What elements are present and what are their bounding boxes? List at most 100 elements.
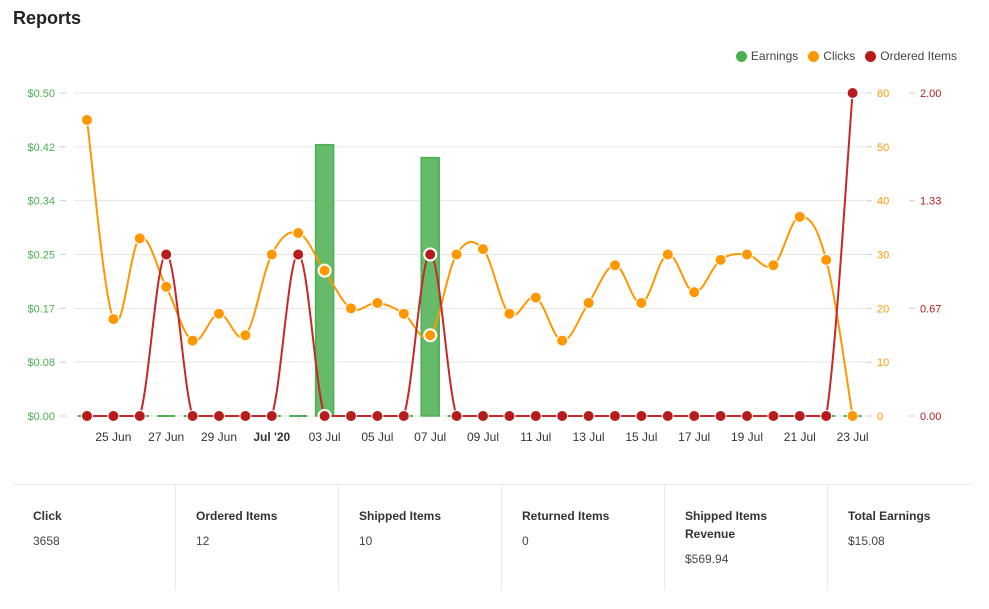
- stat-ordered-items: Ordered Items 12: [176, 485, 339, 590]
- clicks-point: [160, 280, 173, 293]
- y-left-tick-label: $0.08: [27, 357, 55, 369]
- ordered-items-point: [609, 410, 621, 422]
- ordered-items-point: [371, 410, 384, 422]
- clicks-point: [397, 307, 410, 320]
- stat-value: 10: [359, 534, 373, 548]
- clicks-point: [477, 243, 489, 256]
- clicks-point: [793, 210, 806, 223]
- y-left-tick-label: $0.34: [27, 196, 55, 208]
- y-right-ordered-tick-label: 2.00: [920, 88, 941, 100]
- x-tick-label: 07 Jul: [414, 430, 446, 444]
- ordered-items-point: [239, 410, 252, 422]
- y-right-ordered-tick-label: 0.00: [920, 411, 941, 423]
- x-tick-label: 15 Jul: [625, 430, 657, 444]
- stat-label: Shipped Items Revenue: [685, 509, 768, 541]
- ordered-items-point: [477, 410, 489, 422]
- clicks-point: [714, 253, 727, 266]
- y-left-tick-label: $0.00: [27, 411, 55, 423]
- ordered-items-point: [107, 410, 120, 422]
- clicks-point: [820, 253, 833, 266]
- reports-chart: $0.00 $0.08 $0.17 $0.25 $0.34 $0.42 $0.50 0 10 20…: [27, 87, 941, 444]
- ordered-items-point: [767, 410, 780, 422]
- y-right-clicks-tick-label: 0: [877, 411, 883, 423]
- clicks-point: [767, 259, 780, 272]
- stat-shipped-items: Shipped Items 10: [339, 485, 502, 590]
- ordered-items-point: [423, 247, 438, 262]
- stat-value: 12: [196, 534, 210, 548]
- y-right-clicks-tick-label: 20: [877, 303, 889, 315]
- x-tick-label: 17 Jul: [678, 430, 710, 444]
- stat-total-earnings: Total Earnings $15.08: [828, 485, 989, 590]
- stat-value: 3658: [33, 534, 60, 548]
- clicks-point: [292, 226, 305, 239]
- x-tick-label: 09 Jul: [467, 430, 499, 444]
- ordered-items-point: [345, 410, 357, 422]
- ordered-items-point: [213, 410, 225, 422]
- ordered-items-point: [160, 248, 173, 261]
- clicks-point: [186, 334, 199, 347]
- y-left-tick-label: $0.25: [27, 250, 55, 262]
- clicks-line: [86, 119, 854, 417]
- clicks-point: [81, 113, 93, 126]
- y-right-clicks-tick-label: 40: [877, 196, 889, 208]
- y-right-clicks-tick-label: 50: [877, 142, 889, 154]
- ordered-items-point: [503, 410, 516, 422]
- ordered-items-point: [846, 87, 859, 99]
- clicks-point: [661, 248, 674, 261]
- ordered-items-point: [556, 410, 569, 422]
- x-tick-label: 05 Jul: [361, 430, 393, 444]
- clicks-point: [345, 302, 357, 315]
- x-tick-label: 23 Jul: [837, 430, 869, 444]
- ordered-items-point: [793, 410, 806, 422]
- ordered-items-point: [714, 410, 727, 422]
- clicks-point: [609, 259, 621, 272]
- y-left-tick-label: $0.17: [27, 303, 55, 315]
- clicks-point: [107, 313, 120, 326]
- stat-label: Ordered Items: [196, 509, 278, 523]
- y-right-clicks-tick-label: 30: [877, 250, 889, 262]
- clicks-point: [688, 286, 701, 299]
- stats-row: Click 3658 Ordered Items 12 Shipped Item…: [13, 484, 973, 590]
- stat-label: Total Earnings: [848, 509, 931, 523]
- stat-label: Returned Items: [522, 509, 610, 523]
- clicks-point: [239, 329, 252, 342]
- stat-label: Click: [33, 509, 62, 523]
- stat-shipped-items-revenue: Shipped Items Revenue $569.94: [665, 485, 828, 590]
- x-tick-label: 13 Jul: [573, 430, 605, 444]
- earnings-bar: [420, 156, 440, 417]
- clicks-point: [423, 328, 438, 343]
- clicks-point: [529, 291, 542, 304]
- x-tick-label: Jul '20: [253, 430, 290, 444]
- ordered-items-point: [688, 410, 701, 422]
- clicks-point: [503, 307, 516, 320]
- ordered-items-point: [186, 410, 199, 422]
- clicks-point: [265, 248, 278, 261]
- stat-click: Click 3658: [13, 485, 176, 590]
- stat-value: $569.94: [685, 552, 729, 566]
- clicks-point: [582, 296, 595, 309]
- y-right-clicks-tick-label: 10: [877, 357, 889, 369]
- x-tick-label: 19 Jul: [731, 430, 763, 444]
- clicks-point: [317, 263, 332, 278]
- x-tick-label: 21 Jul: [784, 430, 816, 444]
- clicks-point: [741, 248, 753, 261]
- ordered-items-point: [529, 410, 542, 422]
- stat-label: Shipped Items: [359, 509, 442, 523]
- y-right-clicks-tick-label: 60: [877, 88, 889, 100]
- ordered-items-point: [741, 410, 753, 422]
- ordered-items-point: [582, 410, 595, 422]
- y-right-ordered-tick-label: 0.67: [920, 303, 941, 315]
- x-tick-label: 27 Jun: [148, 430, 184, 444]
- ordered-items-point: [265, 410, 278, 422]
- ordered-items-point: [635, 410, 648, 422]
- ordered-items-point: [450, 410, 463, 422]
- clicks-point: [133, 232, 146, 245]
- ordered-items-point: [397, 410, 410, 422]
- ordered-items-point: [317, 409, 332, 423]
- clicks-point: [635, 296, 648, 309]
- x-tick-label: 25 Jun: [95, 430, 131, 444]
- clicks-point: [213, 307, 225, 320]
- x-tick-label: 29 Jun: [201, 430, 237, 444]
- ordered-items-point: [292, 248, 305, 261]
- clicks-point: [556, 334, 569, 347]
